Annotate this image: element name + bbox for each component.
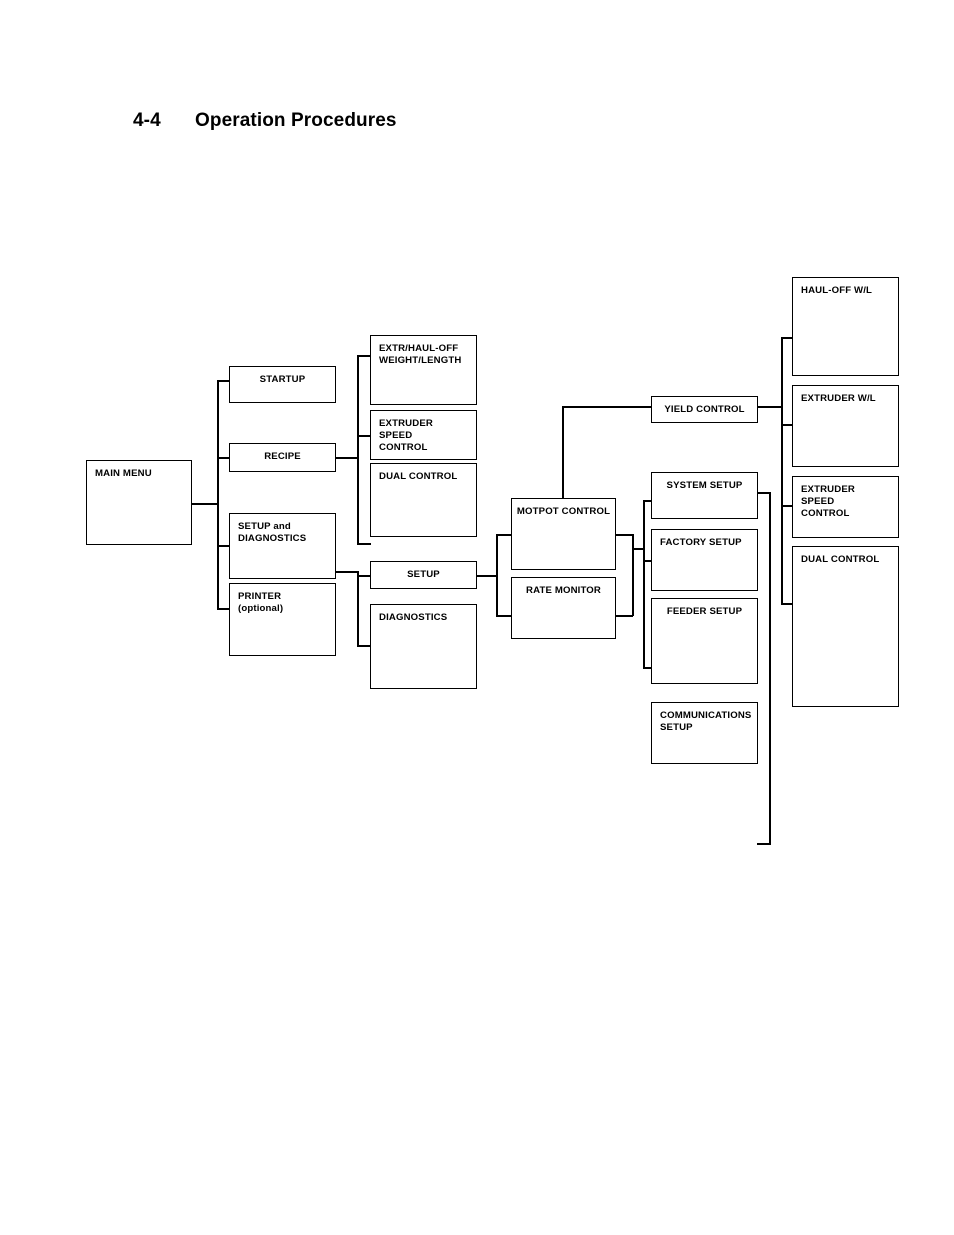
node-system-setup[interactable]: SYSTEM SETUP (651, 472, 758, 519)
node-yield-control[interactable]: YIELD CONTROL (651, 396, 758, 423)
connector-motpot-to-yield-vertical (562, 406, 564, 499)
node-extruder-speed-control-col2[interactable]: EXTRUDER SPEED CONTROL (370, 410, 477, 460)
node-printer-optional[interactable]: PRINTER (optional) (229, 583, 336, 656)
connector-merge-motpot-rate (632, 534, 634, 616)
node-startup[interactable]: STARTUP (229, 366, 336, 403)
connector-spine-col4-setup-group (643, 500, 645, 668)
node-recipe[interactable]: RECIPE (229, 443, 336, 472)
connector-motpot-to-yield-horizontal (562, 406, 652, 408)
node-main-menu[interactable]: MAIN MENU (86, 460, 192, 545)
node-diagnostics[interactable]: DIAGNOSTICS (370, 604, 477, 689)
connector-to-setup (357, 575, 371, 577)
node-rate-monitor[interactable]: RATE MONITOR (511, 577, 616, 639)
node-factory-setup[interactable]: FACTORY SETUP (651, 529, 758, 591)
connector-spine-motpot-rate (496, 534, 498, 616)
connector-motpot-out-stub (615, 534, 633, 536)
connector-to-motpot-control (496, 534, 512, 536)
connector-spine-recipe-children (357, 355, 359, 544)
connector-spine-col5 (781, 337, 783, 604)
node-extruder-speed-control-col5[interactable]: EXTRUDER SPEED CONTROL (792, 476, 899, 538)
connector-yield-control-out (757, 406, 782, 408)
connector-recipe-stub (335, 457, 358, 459)
node-extruder-wl[interactable]: EXTRUDER W/L (792, 385, 899, 467)
node-haul-off-wl[interactable]: HAUL-OFF W/L (792, 277, 899, 376)
connector-spine-col1 (217, 380, 219, 609)
connector-rate-monitor-out-stub (615, 615, 633, 617)
connector-to-extruder-speed-control-col2 (357, 435, 371, 437)
node-extr-haul-off-weight-length[interactable]: EXTR/HAUL-OFF WEIGHT/LENGTH (370, 335, 477, 405)
connector-to-diagnostics (357, 645, 371, 647)
node-feeder-setup[interactable]: FEEDER SETUP (651, 598, 758, 684)
node-communications-setup[interactable]: COMMUNICATIONS SETUP (651, 702, 758, 764)
connector-setup-diagnostics-stub (335, 571, 358, 573)
connector-system-setup-down (769, 492, 771, 844)
node-setup[interactable]: SETUP (370, 561, 477, 589)
connector-to-extr-haul-off (357, 355, 371, 357)
menu-tree-diagram: MAIN MENU STARTUP RECIPE SETUP and DIAGN… (0, 0, 954, 1235)
connector-communications-setup-out (757, 843, 771, 845)
connector-spine-setup-diag-children (357, 571, 359, 646)
node-dual-control-col2[interactable]: DUAL CONTROL (370, 463, 477, 537)
connector-to-rate-monitor (496, 615, 512, 617)
connector-setup-out-stub (475, 575, 497, 577)
node-motpot-control[interactable]: MOTPOT CONTROL (511, 498, 616, 570)
connector-to-dual-control-col2 (357, 543, 371, 545)
node-setup-and-diagnostics[interactable]: SETUP and DIAGNOSTICS (229, 513, 336, 579)
page-canvas: 4-4 Operation Procedures MAIN MENU START… (0, 0, 954, 1235)
connector-main-menu-stub (191, 503, 218, 505)
node-dual-control-col5[interactable]: DUAL CONTROL (792, 546, 899, 707)
